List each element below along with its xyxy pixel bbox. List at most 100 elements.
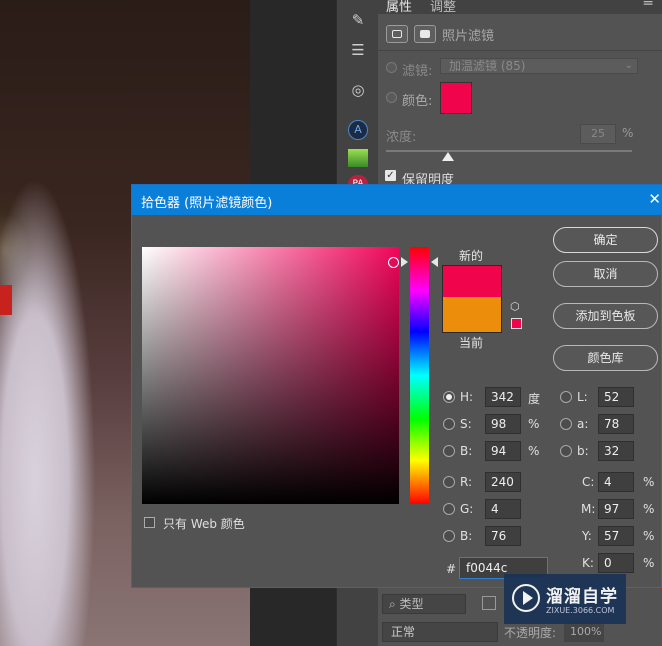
target-icon[interactable]: ◎ xyxy=(343,76,373,104)
preserve-luminosity-checkbox[interactable]: ✓ xyxy=(385,170,396,181)
lab-b-radio[interactable] xyxy=(560,445,572,457)
color-label: 颜色: xyxy=(402,94,433,109)
density-unit: % xyxy=(622,126,634,140)
blue-label: B: xyxy=(460,529,473,543)
watermark-subtitle: ZIXUE.3066.COM xyxy=(546,606,615,615)
yellow-label: Y: xyxy=(582,529,592,543)
layer-type-filter[interactable]: ⌕ 类型 xyxy=(382,594,466,614)
adjustment-title: 照片滤镜 xyxy=(442,28,495,44)
layer-type-label: 类型 xyxy=(399,597,424,611)
dialog-titlebar[interactable]: 拾色器 (照片滤镜颜色) ✕ xyxy=(132,185,662,215)
hue-label: H: xyxy=(460,390,474,404)
current-color-swatch[interactable] xyxy=(442,297,502,333)
tab-properties[interactable]: 属性 xyxy=(386,0,412,15)
black-unit: % xyxy=(643,556,655,570)
web-safe-swatch[interactable] xyxy=(511,318,522,329)
photo-red-detail xyxy=(0,285,12,315)
density-label: 浓度: xyxy=(386,130,417,145)
green-label: G: xyxy=(460,502,474,516)
watermark-title: 溜溜自学 xyxy=(546,587,618,607)
saturation-radio[interactable] xyxy=(443,418,455,430)
filter-select[interactable]: 加温滤镜 (85) ⌄ xyxy=(440,58,638,74)
magenta-input[interactable]: 97 xyxy=(598,499,634,519)
brush-icon[interactable]: ✎ xyxy=(343,6,373,34)
green-radio[interactable] xyxy=(443,503,455,515)
watermark-logo: 溜溜自学 ZIXUE.3066.COM xyxy=(504,574,626,624)
image-filter-icon[interactable] xyxy=(482,596,496,610)
mask-icon[interactable] xyxy=(414,25,436,43)
saturation-unit: % xyxy=(528,417,540,431)
red-input[interactable]: 240 xyxy=(485,472,521,492)
filter-select-value: 加温滤镜 (85) xyxy=(449,59,526,73)
lab-l-label: L: xyxy=(577,390,588,404)
filter-label: 滤镜: xyxy=(402,64,433,79)
blue-input[interactable]: 76 xyxy=(485,526,521,546)
tab-adjustments[interactable]: 调整 xyxy=(430,0,456,15)
cube-icon[interactable]: ⬡ xyxy=(510,301,522,313)
hue-input[interactable]: 342 xyxy=(485,387,521,407)
saturation-label: S: xyxy=(460,417,472,431)
hue-unit: 度 xyxy=(528,392,541,406)
blue-radio[interactable] xyxy=(443,530,455,542)
saturation-brightness-field[interactable] xyxy=(142,247,399,504)
only-web-colors-label: 只有 Web 颜色 xyxy=(163,517,245,531)
lab-b-label: b: xyxy=(577,444,589,458)
lab-a-radio[interactable] xyxy=(560,418,572,430)
density-input[interactable]: 25 xyxy=(580,124,616,144)
hue-radio[interactable] xyxy=(443,391,455,403)
search-icon: ⌕ xyxy=(389,597,400,611)
black-input[interactable]: 0 xyxy=(598,553,634,573)
cyan-unit: % xyxy=(643,475,655,489)
cyan-label: C: xyxy=(582,475,595,489)
new-color-label: 新的 xyxy=(459,249,484,263)
magenta-label: M: xyxy=(581,502,596,516)
color-marker[interactable] xyxy=(388,257,399,268)
hue-slider[interactable] xyxy=(410,247,429,504)
hue-slider-arrow-left[interactable] xyxy=(401,257,408,267)
ok-button[interactable]: 确定 xyxy=(553,227,658,253)
brightness-unit: % xyxy=(528,444,540,458)
lab-l-radio[interactable] xyxy=(560,391,572,403)
yellow-input[interactable]: 57 xyxy=(598,526,634,546)
color-libraries-button[interactable]: 颜色库 xyxy=(553,345,658,371)
cancel-button[interactable]: 取消 xyxy=(553,261,658,287)
color-radio[interactable] xyxy=(386,92,397,103)
brightness-radio[interactable] xyxy=(443,445,455,457)
only-web-colors-checkbox[interactable] xyxy=(144,517,155,528)
lab-l-input[interactable]: 52 xyxy=(598,387,634,407)
red-radio[interactable] xyxy=(443,476,455,488)
new-color-swatch xyxy=(442,265,502,297)
divider xyxy=(378,50,662,51)
color-swatch[interactable] xyxy=(440,82,472,114)
lab-a-label: a: xyxy=(577,417,589,431)
panel-tab-bar: 属性 调整 ≡ xyxy=(378,0,662,15)
close-icon[interactable]: ✕ xyxy=(648,190,661,208)
blend-mode-select[interactable]: 正常 xyxy=(382,622,498,642)
current-color-label: 当前 xyxy=(459,336,484,350)
play-icon xyxy=(523,591,533,605)
lab-b-input[interactable]: 32 xyxy=(598,441,634,461)
hue-slider-arrow-right[interactable] xyxy=(431,257,438,267)
menu-icon[interactable]: ≡ xyxy=(642,0,654,10)
opacity-input[interactable]: 100% xyxy=(564,622,604,642)
brightness-input[interactable]: 94 xyxy=(485,441,521,461)
add-to-swatches-button[interactable]: 添加到色板 xyxy=(553,303,658,329)
lab-a-input[interactable]: 78 xyxy=(598,414,634,434)
brightness-label: B: xyxy=(460,444,473,458)
hex-label: # xyxy=(446,562,457,576)
opacity-label: 不透明度: xyxy=(504,626,557,640)
app-a-icon[interactable]: A xyxy=(343,116,373,144)
saturation-input[interactable]: 98 xyxy=(485,414,521,434)
density-slider-track[interactable] xyxy=(386,150,632,152)
density-slider-thumb[interactable] xyxy=(441,152,454,161)
app-cube-icon[interactable] xyxy=(343,144,373,172)
sliders-icon[interactable]: ☰ xyxy=(343,36,373,64)
camera-icon xyxy=(386,25,408,43)
yellow-unit: % xyxy=(643,529,655,543)
adjustment-header: 照片滤镜 xyxy=(386,22,656,46)
filter-radio[interactable] xyxy=(386,62,397,73)
green-input[interactable]: 4 xyxy=(485,499,521,519)
red-label: R: xyxy=(460,475,473,489)
black-label: K: xyxy=(582,556,594,570)
cyan-input[interactable]: 4 xyxy=(598,472,634,492)
